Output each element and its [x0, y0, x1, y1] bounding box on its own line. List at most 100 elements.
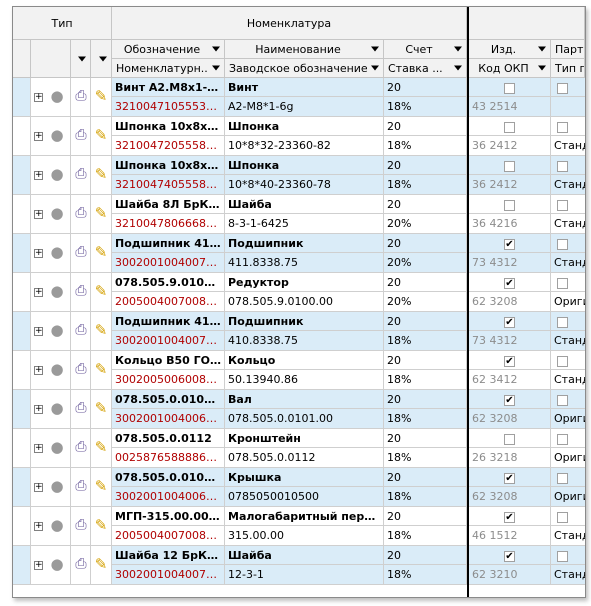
name-cell[interactable]: Вал 078.505.0.0101.00: [225, 390, 384, 428]
row-selector[interactable]: [13, 234, 31, 272]
table-row[interactable]: + ● ⎙ ✎ Шайба 12 БрКМц... 30020010040070…: [13, 546, 585, 585]
row-selector[interactable]: [13, 351, 31, 389]
designation-cell[interactable]: 078.505.9.0100.00 200500400700800б...: [112, 273, 225, 311]
part-checkbox[interactable]: [557, 199, 568, 211]
plus-box-icon[interactable]: +: [34, 210, 43, 219]
row-selector[interactable]: [13, 156, 31, 194]
type-cell[interactable]: [551, 78, 585, 116]
item-type[interactable]: Станд: [551, 526, 585, 545]
factory-designation[interactable]: 10*8*32-23360-82: [225, 136, 383, 155]
item-name[interactable]: Подшипник: [225, 234, 383, 253]
table-row[interactable]: + ● ⎙ ✎ 078.505.0.0105.00 30020010040060…: [13, 468, 585, 507]
plus-box-icon[interactable]: +: [34, 132, 43, 141]
okp-cell[interactable]: 36 2412: [469, 156, 551, 194]
designation[interactable]: Шайба 12 БрКМц...: [112, 546, 224, 565]
nom-number[interactable]: 321004740555800904: [112, 175, 224, 194]
type-cell[interactable]: Ориги: [551, 429, 585, 467]
name-cell[interactable]: Кольцо 50.13940.86: [225, 351, 384, 389]
item-type[interactable]: Ориги: [551, 487, 585, 506]
col-header-okp[interactable]: Код ОКП: [469, 59, 551, 78]
item-type[interactable]: Станд: [551, 136, 585, 155]
part-checkbox[interactable]: [557, 316, 568, 328]
designation[interactable]: Шайба 8Л БрКМц...: [112, 195, 224, 214]
account[interactable]: 20: [384, 78, 466, 97]
designation-cell[interactable]: Винт А2.М8х1-6g... 321004710555300б...: [112, 78, 225, 116]
type-cell[interactable]: Станд: [551, 546, 585, 584]
vat-rate[interactable]: 20%: [384, 253, 466, 272]
printer-icon[interactable]: ⎙: [72, 243, 90, 261]
plus-box-icon[interactable]: +: [34, 171, 43, 180]
okp-cell[interactable]: 43 2514: [469, 78, 551, 116]
account[interactable]: 20: [384, 156, 466, 175]
item-name[interactable]: Вал: [225, 390, 383, 409]
account-cell[interactable]: 20 20%: [384, 273, 467, 311]
designation-cell[interactable]: Шайба 12 БрКМц... 300200100400700б...: [112, 546, 225, 584]
account[interactable]: 20: [384, 351, 466, 370]
manufactured-checkbox[interactable]: [504, 433, 515, 445]
chevron-down-icon[interactable]: [369, 44, 380, 55]
pencil-icon[interactable]: ✎: [92, 399, 110, 417]
designation[interactable]: 078.505.0.0112: [112, 429, 224, 448]
factory-designation[interactable]: 078.505.0.0112: [225, 448, 383, 467]
manufactured-checkbox[interactable]: ✔: [504, 550, 515, 562]
account-cell[interactable]: 20 18%: [384, 390, 467, 428]
part-checkbox[interactable]: [557, 472, 568, 484]
header-type-filter-2[interactable]: [91, 40, 112, 78]
name-cell[interactable]: Подшипник 410.8338.75: [225, 312, 384, 350]
factory-designation[interactable]: 50.13940.86: [225, 370, 383, 389]
printer-icon[interactable]: ⎙: [72, 360, 90, 378]
account-cell[interactable]: 20 18%: [384, 117, 467, 155]
okp-cell[interactable]: ✔ 62 3210: [469, 546, 551, 584]
item-name[interactable]: Шпонка: [225, 117, 383, 136]
manufactured-checkbox[interactable]: ✔: [504, 355, 515, 367]
table-row[interactable]: + ● ⎙ ✎ Кольцо В50 ГОСТ... 3002005006008…: [13, 351, 585, 390]
col-header-nom-number[interactable]: Номенклатурн...: [112, 59, 225, 78]
col-header-factory[interactable]: Заводское обозначение: [225, 59, 384, 78]
account[interactable]: 20: [384, 390, 466, 409]
account[interactable]: 20: [384, 429, 466, 448]
table-row[interactable]: + ● ⎙ ✎ Винт А2.М8х1-6g... 3210047105553…: [13, 78, 585, 117]
type-cell[interactable]: Станд: [551, 312, 585, 350]
part-checkbox[interactable]: [557, 82, 568, 94]
designation[interactable]: Подшипник 411 Г...: [112, 234, 224, 253]
factory-designation[interactable]: 078.505.9.0100.00: [225, 292, 383, 311]
manufactured-checkbox[interactable]: [504, 82, 515, 94]
nom-number[interactable]: 300200100400700305: [112, 331, 224, 350]
account-cell[interactable]: 20 20%: [384, 195, 467, 233]
col-header-name[interactable]: Наименование: [225, 40, 384, 59]
col-header-manufactured[interactable]: Изд.: [469, 40, 551, 59]
printer-icon[interactable]: ⎙: [72, 555, 90, 573]
plus-box-icon[interactable]: +: [34, 444, 43, 453]
type-cell[interactable]: Станд: [551, 117, 585, 155]
designation[interactable]: 078.505.0.0105.00: [112, 468, 224, 487]
col-header-type[interactable]: Тип п: [551, 59, 585, 78]
designation[interactable]: Шпонка 10х8х40...: [112, 156, 224, 175]
row-selector[interactable]: [13, 468, 31, 506]
vat-rate[interactable]: 18%: [384, 136, 466, 155]
nom-number[interactable]: 300200100400600505: [112, 409, 224, 428]
designation[interactable]: Подшипник 410 Г...: [112, 312, 224, 331]
item-name[interactable]: Шайба: [225, 195, 383, 214]
nom-number[interactable]: 002587658888600905: [112, 448, 224, 467]
item-type[interactable]: Станд: [551, 253, 585, 272]
part-checkbox[interactable]: [557, 160, 568, 172]
manufactured-checkbox[interactable]: ✔: [504, 394, 515, 406]
row-selector[interactable]: [13, 507, 31, 545]
plus-box-icon[interactable]: +: [34, 249, 43, 258]
name-cell[interactable]: Шайба 8-3-1-6425: [225, 195, 384, 233]
col-header-account[interactable]: Счет: [384, 40, 467, 59]
plus-box-icon[interactable]: +: [34, 288, 43, 297]
item-type[interactable]: Ориги: [551, 448, 585, 467]
chevron-down-icon[interactable]: [210, 44, 221, 55]
okp-code[interactable]: 46 1512: [469, 526, 550, 545]
vat-rate[interactable]: 18%: [384, 565, 466, 584]
designation-cell[interactable]: 078.505.0.0112 002587658888600905: [112, 429, 225, 467]
plus-box-icon[interactable]: +: [34, 327, 43, 336]
part-checkbox[interactable]: [557, 433, 568, 445]
manufactured-checkbox[interactable]: [504, 121, 515, 133]
printer-icon[interactable]: ⎙: [72, 399, 90, 417]
nom-number[interactable]: 321004710555300б...: [112, 97, 224, 116]
nom-number[interactable]: 300200100400600б...: [112, 487, 224, 506]
item-type[interactable]: [551, 97, 585, 116]
pencil-icon[interactable]: ✎: [92, 126, 110, 144]
